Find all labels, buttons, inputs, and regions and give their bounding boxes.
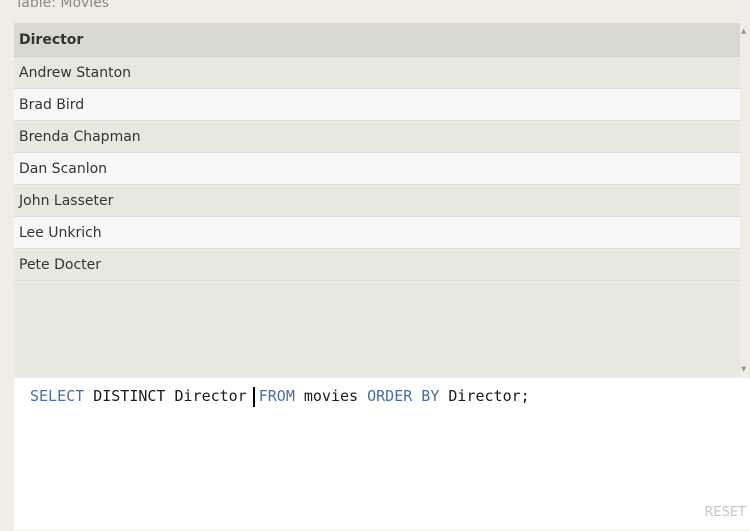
text-cursor [252, 386, 255, 407]
table-row: Brad Bird [14, 89, 740, 121]
scroll-up-arrow-icon[interactable]: ▲ [741, 27, 746, 35]
table-row: Brenda Chapman [14, 121, 740, 153]
reset-button[interactable]: RESET [704, 505, 746, 520]
table-row: Andrew Stanton [14, 57, 740, 89]
sql-column: Director [174, 387, 247, 405]
table-row: Pete Docter [14, 249, 740, 281]
sql-keyword-order-by: ORDER BY [367, 387, 440, 405]
column-header-director: Director [14, 23, 740, 57]
sql-order-column: Director; [448, 387, 530, 405]
sql-keyword-from: FROM [258, 387, 295, 405]
table-row: John Lasseter [14, 185, 740, 217]
sql-table-name: movies [303, 387, 359, 405]
sql-keyword-select: SELECT [30, 387, 85, 405]
results-scrollbar[interactable]: ▲ ▼ [740, 23, 750, 377]
sql-editor[interactable]: SELECT DISTINCT Director FROM movies ORDE… [14, 378, 750, 530]
results-table: Director Andrew Stanton Brad Bird Brenda… [14, 23, 740, 377]
table-caption: Table: Movies [15, 0, 110, 11]
scroll-down-arrow-icon[interactable]: ▼ [741, 365, 746, 373]
sql-query-line[interactable]: SELECT DISTINCT Director FROM movies ORDE… [30, 385, 530, 407]
table-row: Dan Scanlon [14, 153, 740, 185]
table-row: Lee Unkrich [14, 217, 740, 249]
sql-distinct: DISTINCT [93, 387, 166, 405]
